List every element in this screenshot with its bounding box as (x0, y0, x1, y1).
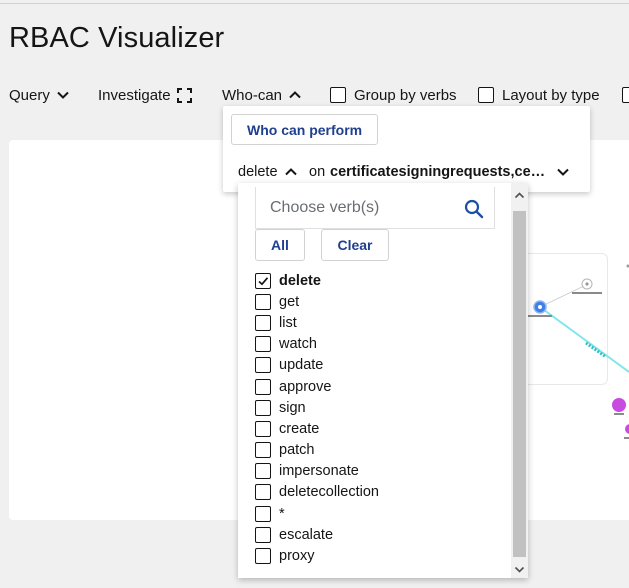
investigate-toggle[interactable]: Investigate (98, 85, 192, 105)
verb-option[interactable]: sign (255, 397, 495, 418)
verb-option-label: sign (279, 399, 306, 416)
verb-option[interactable]: list (255, 312, 495, 333)
verb-option[interactable]: proxy (255, 545, 495, 566)
verb-select[interactable]: delete (238, 164, 298, 180)
checkbox-box[interactable] (255, 463, 271, 480)
verb-option[interactable]: watch (255, 334, 495, 355)
verb-option-label: impersonate (279, 463, 359, 480)
resource-select-value: certificatesigningrequests,certi... (330, 164, 550, 180)
check-icon (258, 276, 269, 286)
top-divider (0, 3, 629, 4)
verb-option[interactable]: update (255, 355, 495, 376)
investigate-label: Investigate (98, 86, 171, 104)
checkbox-box[interactable] (255, 442, 271, 459)
query-toggle[interactable]: Query (9, 85, 70, 105)
layout-by-type-label: Layout by type (502, 86, 600, 104)
checkbox-box[interactable] (255, 420, 271, 437)
scroll-down-arrow-icon[interactable] (514, 562, 525, 573)
on-label: on (309, 164, 326, 180)
page-title: RBAC Visualizer (9, 22, 225, 54)
checkbox-box[interactable] (255, 399, 271, 416)
verb-option[interactable]: * (255, 503, 495, 524)
checkbox-box[interactable] (255, 505, 271, 522)
whocan-popover: Who can perform delete on certificatesig… (223, 106, 590, 192)
checkbox-box[interactable] (255, 484, 271, 501)
whocan-label: Who-can (222, 86, 283, 104)
verb-option-list: delete get list watch update approve sign creat… (255, 270, 495, 567)
chevron-up-icon (288, 88, 302, 102)
whocan-toggle[interactable]: Who-can (222, 85, 302, 105)
who-can-perform-button[interactable]: Who can perform (231, 114, 379, 145)
checkbox-box[interactable] (255, 357, 271, 374)
verb-option[interactable]: delete (255, 270, 495, 291)
verb-option-label: patch (279, 442, 315, 459)
checkbox-box[interactable] (255, 272, 271, 289)
scroll-thumb[interactable] (513, 211, 526, 557)
checkbox-box[interactable] (255, 378, 271, 395)
checkbox-box[interactable] (255, 548, 271, 565)
verb-option-label: escalate (279, 526, 334, 543)
group-by-verbs-checkbox[interactable]: Group by verbs (330, 85, 457, 105)
query-label: Query (9, 86, 50, 104)
verb-option[interactable]: get (255, 291, 495, 312)
verb-option-label: proxy (279, 548, 315, 565)
verb-option[interactable]: impersonate (255, 461, 495, 482)
checkbox-box[interactable] (330, 87, 346, 103)
verb-option[interactable]: create (255, 418, 495, 439)
verb-select-value: delete (238, 164, 278, 180)
select-all-button[interactable]: All (255, 229, 305, 261)
checkbox-box[interactable] (478, 87, 494, 103)
resource-select[interactable]: certificatesigningrequests,certi... (330, 164, 570, 180)
checkbox-box[interactable] (255, 293, 271, 310)
verb-option-label: update (279, 357, 324, 374)
verb-option[interactable]: patch (255, 440, 495, 461)
verb-option-label: delete (279, 272, 321, 289)
verb-option[interactable]: escalate (255, 524, 495, 545)
verb-option-label: approve (279, 378, 332, 395)
verb-option[interactable]: deletecollection (255, 482, 495, 503)
verb-option-label: * (279, 505, 285, 522)
dropdown-scrollbar[interactable] (511, 183, 528, 578)
expand-icon (176, 87, 192, 103)
checkbox-box[interactable] (622, 87, 629, 103)
checkbox-box[interactable] (255, 314, 271, 331)
verb-option-label: get (279, 293, 300, 310)
verb-option-label: list (279, 314, 297, 331)
chevron-up-icon (284, 165, 298, 179)
verb-option-label: deletecollection (279, 484, 379, 501)
chevron-down-icon (56, 88, 70, 102)
verb-option-label: create (279, 420, 320, 437)
chevron-down-icon (556, 165, 570, 179)
verb-option-label: watch (279, 336, 317, 353)
group-by-verbs-label: Group by verbs (354, 86, 457, 104)
scroll-up-arrow-icon[interactable] (514, 188, 525, 199)
verb-search-box (255, 187, 495, 229)
search-icon[interactable] (464, 199, 484, 219)
layout-by-type-checkbox[interactable]: Layout by type (478, 85, 600, 105)
checkbox-box[interactable] (255, 526, 271, 543)
clear-button[interactable]: Clear (321, 229, 389, 261)
verb-search-input[interactable] (256, 187, 456, 229)
extra-checkbox[interactable] (622, 85, 629, 105)
verb-option[interactable]: approve (255, 376, 495, 397)
verb-dropdown: All Clear delete get list watch update approv… (238, 183, 528, 578)
checkbox-box[interactable] (255, 336, 271, 353)
